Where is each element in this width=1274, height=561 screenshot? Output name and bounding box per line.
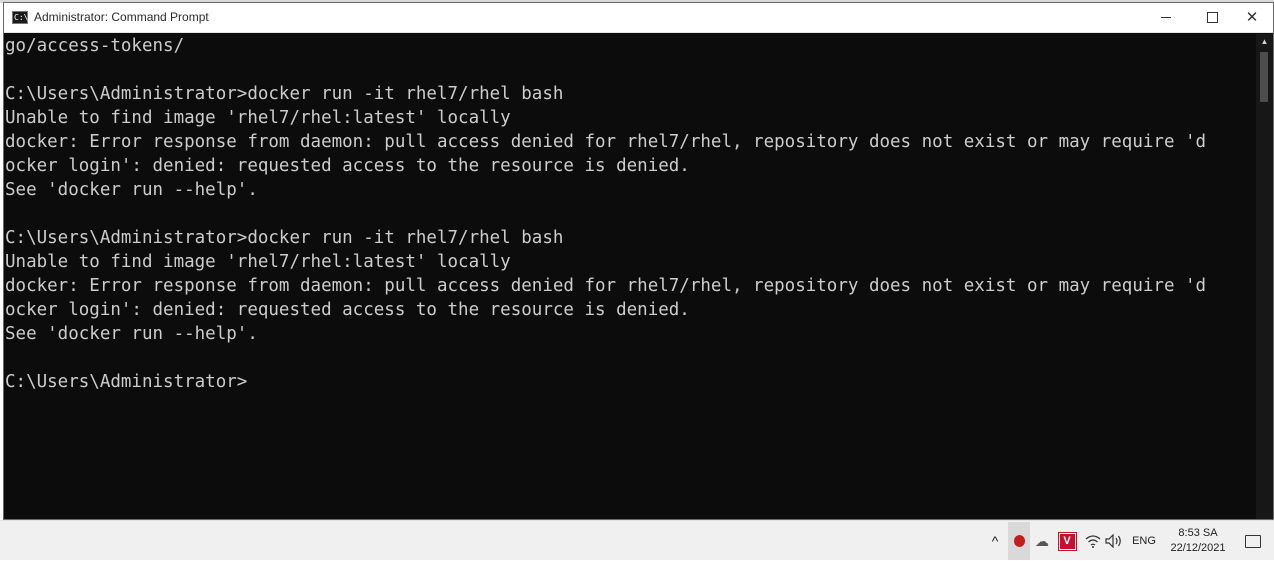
taskbar: ^ ☁ V ENG 8:53 SA 22/12/2021 — [0, 520, 1274, 560]
console-line: ocker login': denied: requested access t… — [5, 300, 690, 320]
console-line: See 'docker run --help'. — [5, 180, 258, 200]
console-line: go/access-tokens/ — [5, 36, 185, 56]
vivaldi-tray-button[interactable]: V — [1057, 521, 1077, 561]
cmd-app-icon[interactable]: C:\ — [12, 11, 28, 24]
scrollbar-thumb[interactable] — [1260, 52, 1268, 102]
console-line: C:\Users\Administrator>docker run -it rh… — [5, 228, 564, 248]
console-output[interactable]: go/access-tokens/ C:\Users\Administrator… — [5, 34, 1257, 519]
command-prompt-line[interactable]: C:\Users\Administrator> — [5, 370, 1257, 394]
show-hidden-icons-chevron-icon[interactable]: ^ — [986, 521, 1004, 561]
minimize-button[interactable] — [1143, 3, 1189, 32]
close-button[interactable]: ✕ — [1229, 3, 1274, 32]
clock-date: 22/12/2021 — [1170, 542, 1226, 554]
maximize-icon — [1206, 12, 1218, 23]
console-line: ocker login': denied: requested access t… — [5, 156, 690, 176]
console-line: See 'docker run --help'. — [5, 324, 258, 344]
taskbar-clock[interactable]: 8:53 SA 22/12/2021 — [1163, 521, 1233, 561]
close-icon: ✕ — [1245, 8, 1259, 26]
console-line: docker: Error response from daemon: pull… — [5, 276, 1207, 296]
notification-icon — [1245, 534, 1261, 548]
vertical-scrollbar[interactable]: ▲ — [1256, 34, 1273, 519]
window-title: Administrator: Command Prompt — [34, 10, 209, 24]
title-bar[interactable]: C:\ Administrator: Command Prompt ✕ — [4, 3, 1273, 33]
console-line: docker: Error response from daemon: pull… — [5, 132, 1207, 152]
scroll-up-arrow-icon[interactable]: ▲ — [1256, 34, 1273, 50]
action-center-button[interactable] — [1240, 521, 1266, 561]
clock-time: 8:53 SA — [1178, 527, 1218, 539]
vivaldi-icon: V — [1058, 532, 1076, 550]
bug-icon — [1013, 535, 1025, 547]
console-line: C:\Users\Administrator>docker run -it rh… — [5, 84, 564, 104]
minimize-icon — [1161, 17, 1171, 18]
console-line: Unable to find image 'rhel7/rhel:latest'… — [5, 108, 511, 128]
volume-icon[interactable] — [1104, 521, 1124, 561]
console-line: Unable to find image 'rhel7/rhel:latest'… — [5, 252, 511, 272]
docker-icon[interactable]: ☁ — [1032, 521, 1052, 561]
tray-bug-button[interactable] — [1008, 522, 1030, 560]
command-prompt-window[interactable]: C:\ Administrator: Command Prompt ✕ go/a… — [3, 2, 1274, 520]
input-language-indicator[interactable]: ENG — [1130, 521, 1158, 561]
wifi-icon[interactable] — [1083, 521, 1103, 561]
